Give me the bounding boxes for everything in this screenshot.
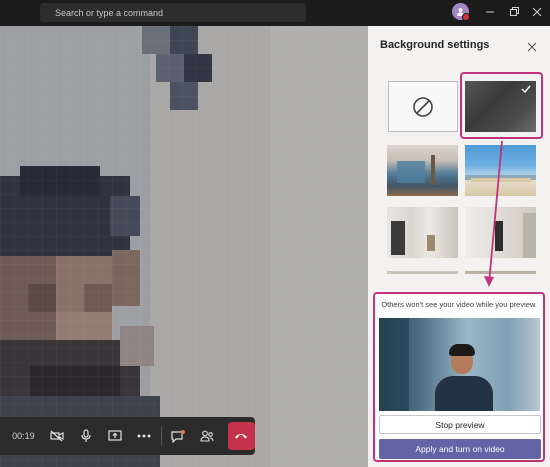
background-option-room[interactable] xyxy=(387,207,458,258)
minimize-icon xyxy=(486,11,494,13)
more-icon xyxy=(137,434,151,438)
apply-video-button[interactable]: Apply and turn on video xyxy=(379,439,541,459)
background-option-none[interactable] xyxy=(388,81,458,132)
chat-button[interactable] xyxy=(164,417,193,455)
microphone-icon xyxy=(81,429,91,442)
preview-notice: Others won't see your video while you pr… xyxy=(377,294,537,314)
background-settings-panel: Background settings Others won't see you… xyxy=(368,26,550,467)
background-option-hall[interactable] xyxy=(465,207,536,258)
close-icon xyxy=(532,7,542,17)
background-option-partial[interactable] xyxy=(465,271,536,274)
background-option-beach[interactable] xyxy=(465,145,536,196)
hang-up-button[interactable] xyxy=(227,422,255,450)
search-input[interactable]: Search or type a command xyxy=(40,3,306,22)
participants-button[interactable] xyxy=(193,417,222,455)
background-option-office[interactable] xyxy=(387,145,458,196)
maximize-button[interactable] xyxy=(507,5,521,19)
call-timer: 00:19 xyxy=(12,431,35,441)
close-window-button[interactable] xyxy=(530,5,544,19)
camera-toggle-button[interactable] xyxy=(43,417,72,455)
selected-highlight xyxy=(460,72,543,139)
close-panel-button[interactable] xyxy=(527,39,539,52)
share-screen-icon xyxy=(108,430,122,441)
stop-preview-button[interactable]: Stop preview xyxy=(379,415,541,434)
video-stage xyxy=(0,26,368,467)
video-off-icon xyxy=(50,430,64,442)
no-background-icon xyxy=(413,96,433,117)
mic-toggle-button[interactable] xyxy=(72,417,101,455)
participants-icon xyxy=(200,430,214,442)
toolbar-divider xyxy=(160,426,162,446)
maximize-icon xyxy=(510,7,519,16)
preview-notice-text: Others won't see your video while you pr… xyxy=(381,299,537,309)
title-bar: Search or type a command xyxy=(0,0,550,26)
avatar[interactable] xyxy=(452,3,470,21)
minimize-button[interactable] xyxy=(483,5,497,19)
close-icon xyxy=(527,42,537,52)
panel-title: Background settings xyxy=(380,39,490,51)
status-badge xyxy=(462,13,470,21)
call-toolbar: 00:19 xyxy=(0,417,255,455)
share-screen-button[interactable] xyxy=(101,417,130,455)
more-actions-button[interactable] xyxy=(130,417,159,455)
hang-up-icon xyxy=(235,434,248,439)
preview-video xyxy=(379,318,540,411)
search-placeholder: Search or type a command xyxy=(55,7,164,18)
background-option-partial[interactable] xyxy=(387,271,458,274)
chat-icon xyxy=(171,429,186,443)
